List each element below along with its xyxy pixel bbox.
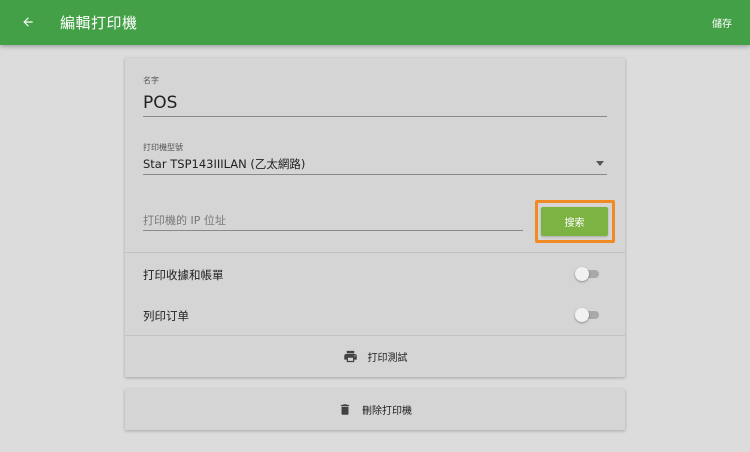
printer-icon (343, 349, 358, 364)
arrow-left-icon (21, 15, 35, 29)
printer-settings-card: 名字 POS 打印機型號 Star TSP143IIILAN (乙太網路) 搜索… (125, 58, 625, 377)
test-print-button[interactable]: 打印測試 (125, 336, 625, 377)
print-orders-label: 列印订单 (143, 309, 189, 323)
name-underline (143, 116, 607, 117)
ip-address-input[interactable] (143, 210, 523, 230)
name-label: 名字 (143, 76, 159, 85)
printer-model-label: 打印機型號 (143, 143, 183, 152)
page-title: 編輯打印機 (60, 14, 138, 32)
back-button[interactable] (16, 10, 40, 34)
divider (125, 252, 625, 253)
print-receipts-toggle[interactable] (575, 267, 600, 281)
name-field[interactable]: POS (143, 93, 177, 113)
test-print-label: 打印測試 (367, 353, 408, 364)
trash-icon (338, 402, 352, 417)
print-receipts-label: 打印收據和帳單 (143, 268, 224, 282)
printer-model-underline (143, 174, 607, 175)
app-bar: 編輯打印機 儲存 (0, 0, 750, 45)
delete-printer-label: 刪除打印機 (362, 406, 412, 417)
toggle-thumb (575, 267, 589, 281)
dropdown-arrow-icon[interactable] (596, 161, 604, 166)
search-button[interactable]: 搜索 (541, 207, 608, 236)
ip-address-underline (143, 230, 523, 231)
delete-printer-button[interactable]: 刪除打印機 (125, 389, 625, 430)
save-button[interactable]: 儲存 (712, 15, 732, 30)
printer-model-select[interactable]: Star TSP143IIILAN (乙太網路) (143, 156, 305, 172)
toggle-thumb (575, 308, 589, 322)
print-orders-toggle[interactable] (575, 308, 600, 322)
